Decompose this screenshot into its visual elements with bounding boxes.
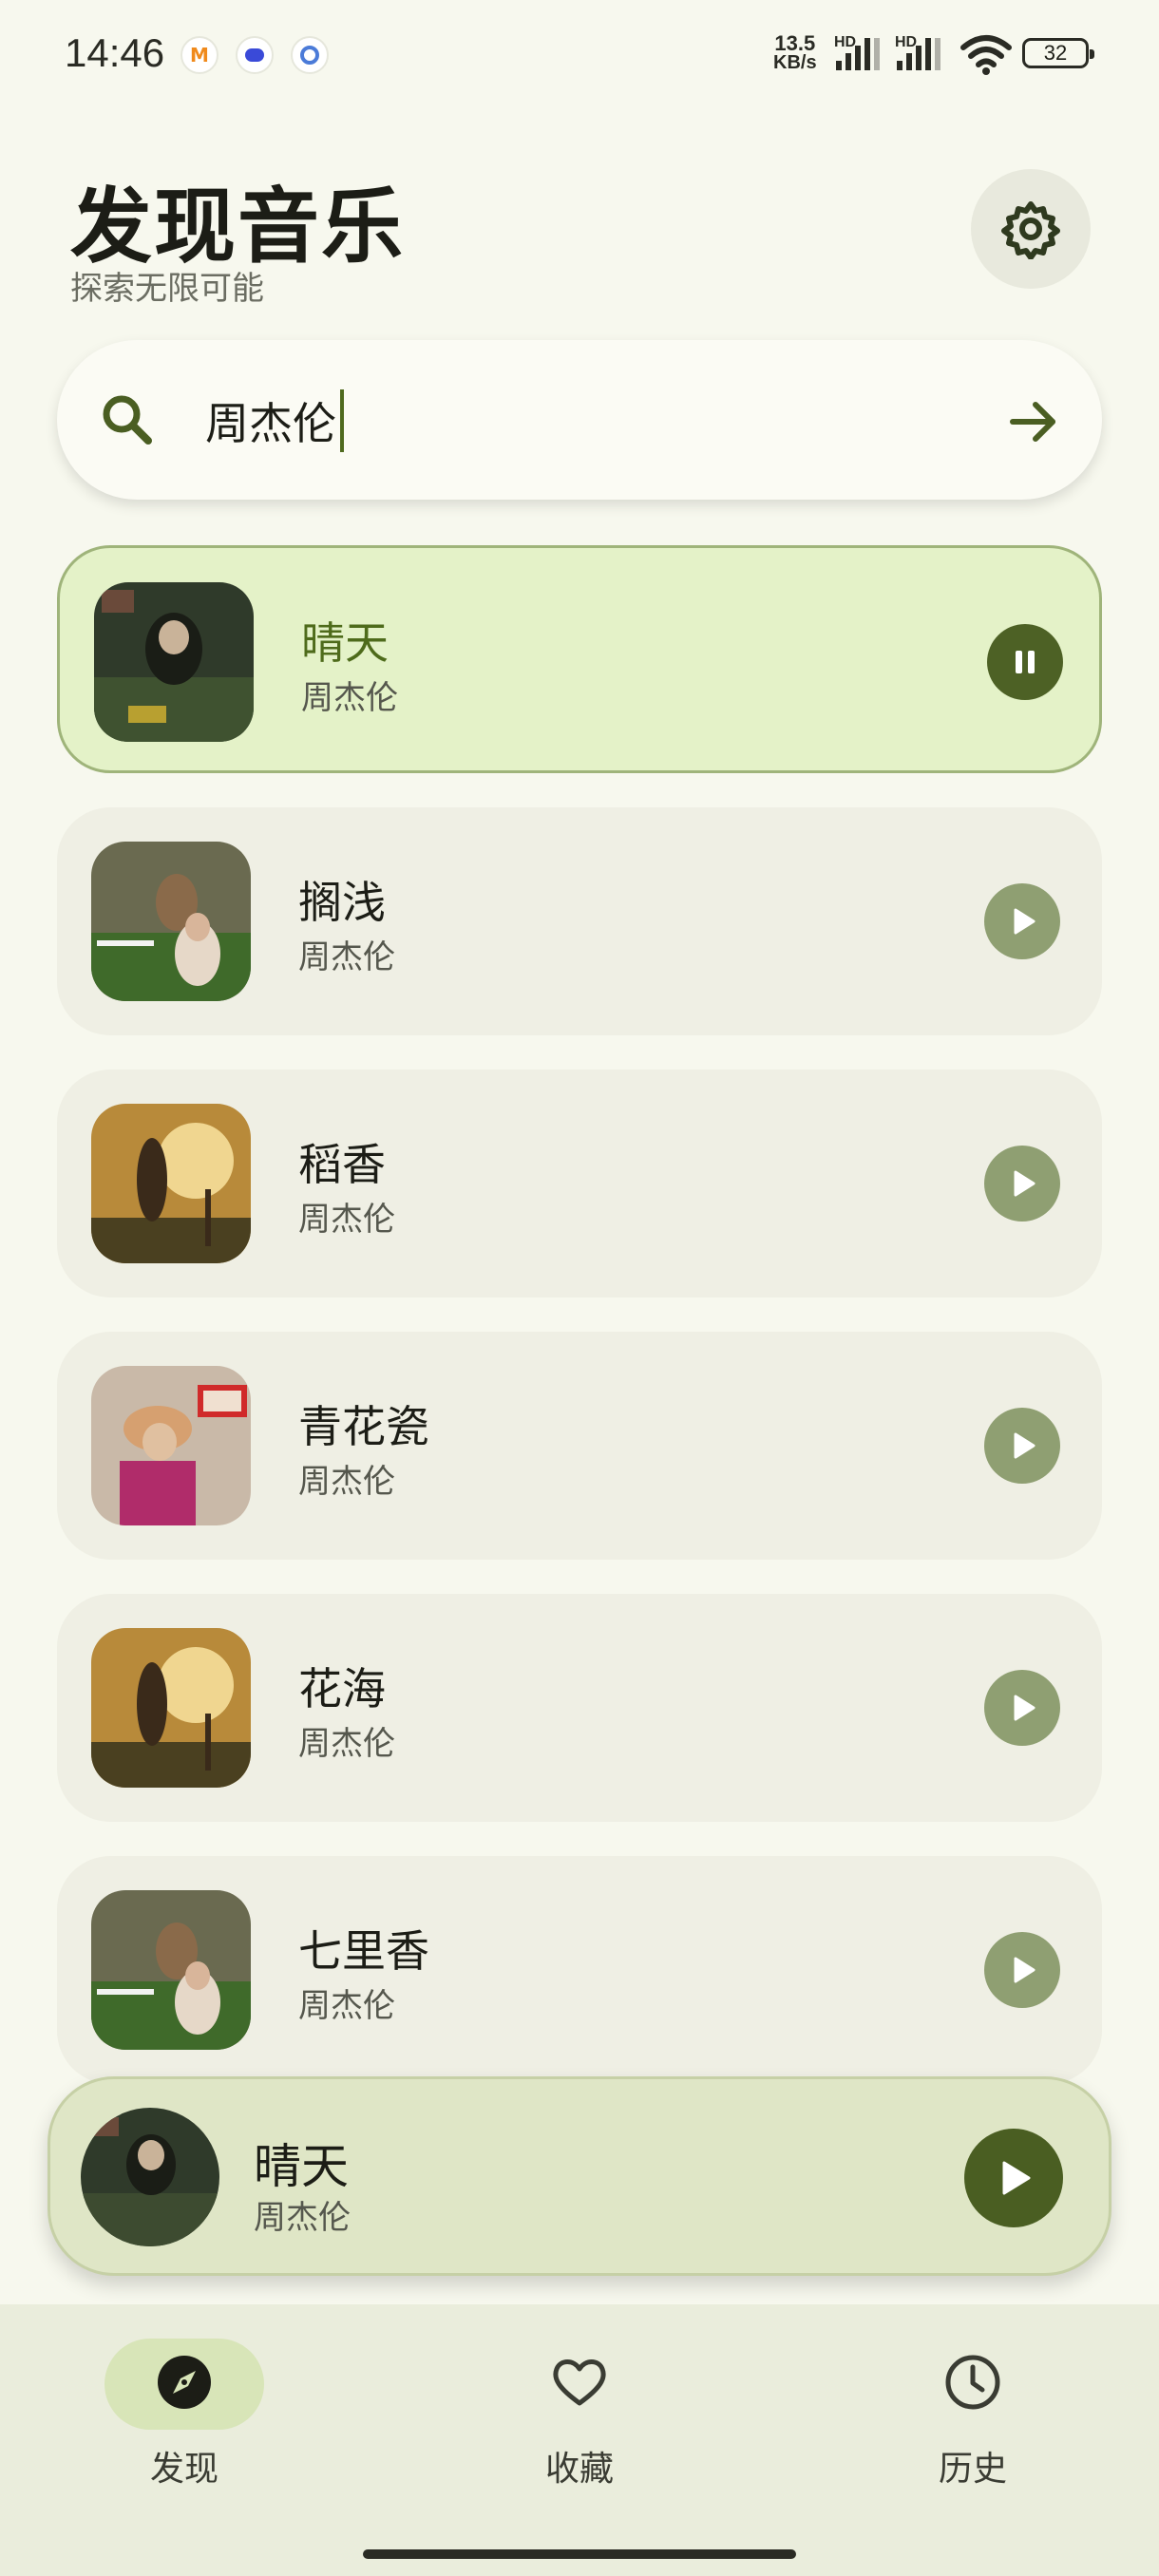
mini-player-play-button[interactable] <box>964 2129 1063 2227</box>
song-card[interactable]: 晴天 周杰伦 <box>57 545 1102 773</box>
nav-item[interactable]: 历史 <box>868 2339 1077 2529</box>
song-card[interactable]: 青花瓷 周杰伦 <box>57 1332 1102 1560</box>
nav-icon-container <box>893 2339 1053 2430</box>
app-icon-a: M <box>180 36 218 74</box>
text-caret <box>340 389 344 452</box>
play-icon <box>1014 908 1036 935</box>
signal-icon-1 <box>836 32 880 70</box>
song-artist: 周杰伦 <box>298 1725 395 1763</box>
play-icon <box>1014 1695 1036 1721</box>
play-button[interactable] <box>984 1932 1060 2008</box>
song-title: 青花瓷 <box>298 1401 429 1452</box>
album-cover <box>91 1366 251 1525</box>
heart-icon <box>549 2352 610 2416</box>
nav-label: 发现 <box>149 2450 218 2489</box>
mini-player[interactable]: 晴天 周杰伦 <box>48 2076 1112 2276</box>
clock-icon <box>942 2352 1003 2416</box>
wifi-icon <box>960 34 1013 80</box>
nav-icon-container <box>104 2339 264 2430</box>
song-card[interactable]: 花海 周杰伦 <box>57 1594 1102 1822</box>
song-artist: 周杰伦 <box>298 1463 395 1501</box>
nav-label: 收藏 <box>544 2450 614 2489</box>
settings-button[interactable] <box>971 169 1091 289</box>
album-cover <box>91 1628 251 1788</box>
gear-icon <box>1001 201 1060 259</box>
song-card[interactable]: 七里香 周杰伦 <box>57 1856 1102 2084</box>
nav-icon-container <box>500 2339 659 2430</box>
song-artist: 周杰伦 <box>298 1987 395 2025</box>
mini-player-cover <box>81 2108 219 2246</box>
album-cover <box>91 1890 251 2050</box>
song-title: 七里香 <box>298 1925 429 1977</box>
search-input-value: 周杰伦 <box>205 398 336 449</box>
status-time: 14:46 <box>65 30 165 75</box>
play-icon <box>1014 1957 1036 1983</box>
mini-player-title: 晴天 <box>254 2139 349 2194</box>
album-cover <box>91 842 251 1001</box>
pause-icon <box>1016 651 1035 673</box>
net-speed-value: 13.5 <box>774 31 816 55</box>
bottom-navigation: 发现 收藏 历史 <box>0 2304 1159 2576</box>
song-card[interactable]: 稻香 周杰伦 <box>57 1070 1102 1297</box>
mini-player-artist: 周杰伦 <box>254 2199 351 2237</box>
page-title: 发现音乐 <box>70 180 405 275</box>
search-icon <box>97 389 158 454</box>
song-title: 花海 <box>298 1663 386 1714</box>
net-speed-unit: KB/s <box>773 52 817 73</box>
song-title: 晴天 <box>301 617 389 669</box>
app-icon-c <box>291 36 329 74</box>
play-icon <box>1014 1432 1036 1459</box>
song-artist: 周杰伦 <box>298 1201 395 1239</box>
album-cover <box>94 582 254 742</box>
song-title: 搁浅 <box>298 877 386 928</box>
pause-button[interactable] <box>987 624 1063 700</box>
signal-icon-2 <box>897 32 940 70</box>
play-icon <box>1002 2161 1031 2195</box>
page-subtitle: 探索无限可能 <box>70 270 264 308</box>
compass-icon <box>154 2352 215 2416</box>
battery-indicator: 32 <box>1022 38 1094 68</box>
play-button[interactable] <box>984 1146 1060 1222</box>
play-icon <box>1014 1170 1036 1197</box>
play-button[interactable] <box>984 1670 1060 1746</box>
album-cover <box>91 1104 251 1263</box>
nav-item[interactable]: 收藏 <box>475 2339 684 2529</box>
search-bar[interactable]: 周杰伦 <box>57 340 1102 500</box>
song-artist: 周杰伦 <box>301 679 398 717</box>
net-speed: 13.5 KB/s <box>773 31 817 73</box>
play-button[interactable] <box>984 1408 1060 1484</box>
notification-icons: M <box>180 36 329 74</box>
song-card[interactable]: 搁浅 周杰伦 <box>57 807 1102 1035</box>
nav-label: 历史 <box>938 2450 1007 2489</box>
search-submit-button[interactable] <box>1007 395 1060 452</box>
arrow-right-icon <box>1010 402 1055 442</box>
search-input[interactable]: 周杰伦 <box>205 389 344 452</box>
status-bar: 14:46 M 13.5 KB/s HD HD 32 <box>0 0 1159 114</box>
play-button[interactable] <box>984 883 1060 959</box>
home-indicator[interactable] <box>363 2549 796 2559</box>
song-title: 稻香 <box>298 1139 386 1190</box>
song-artist: 周杰伦 <box>298 938 395 976</box>
app-icon-b <box>236 36 274 74</box>
nav-item[interactable]: 发现 <box>80 2339 289 2529</box>
